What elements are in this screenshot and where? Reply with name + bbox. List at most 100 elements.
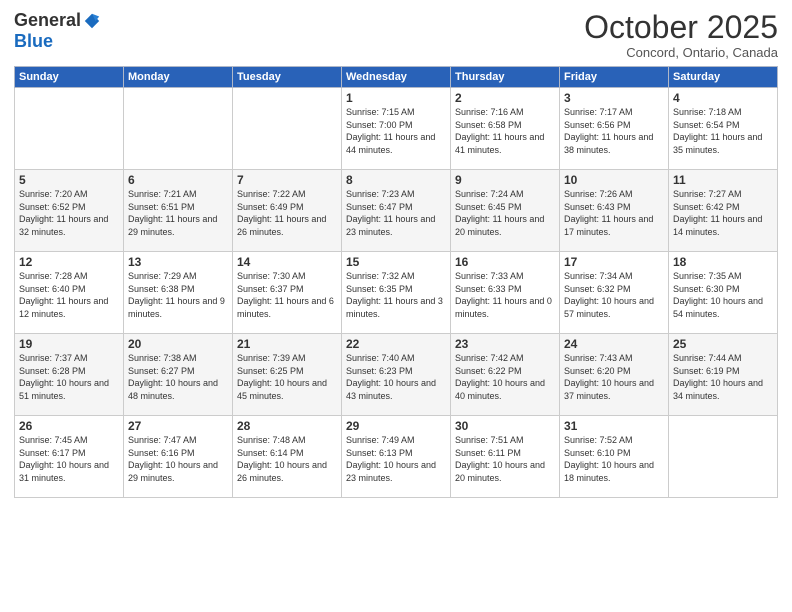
week-row-1: 1Sunrise: 7:15 AM Sunset: 7:00 PM Daylig…: [15, 88, 778, 170]
day-info: Sunrise: 7:17 AM Sunset: 6:56 PM Dayligh…: [564, 106, 664, 156]
day-number: 17: [564, 255, 664, 269]
day-cell: 21Sunrise: 7:39 AM Sunset: 6:25 PM Dayli…: [233, 334, 342, 416]
week-row-3: 12Sunrise: 7:28 AM Sunset: 6:40 PM Dayli…: [15, 252, 778, 334]
day-number: 20: [128, 337, 228, 351]
day-cell: [15, 88, 124, 170]
day-cell: 12Sunrise: 7:28 AM Sunset: 6:40 PM Dayli…: [15, 252, 124, 334]
day-number: 4: [673, 91, 773, 105]
day-info: Sunrise: 7:33 AM Sunset: 6:33 PM Dayligh…: [455, 270, 555, 320]
day-info: Sunrise: 7:43 AM Sunset: 6:20 PM Dayligh…: [564, 352, 664, 402]
day-info: Sunrise: 7:35 AM Sunset: 6:30 PM Dayligh…: [673, 270, 773, 320]
day-cell: 17Sunrise: 7:34 AM Sunset: 6:32 PM Dayli…: [560, 252, 669, 334]
day-number: 27: [128, 419, 228, 433]
page: General Blue October 2025 Concord, Ontar…: [0, 0, 792, 612]
day-cell: 14Sunrise: 7:30 AM Sunset: 6:37 PM Dayli…: [233, 252, 342, 334]
day-info: Sunrise: 7:45 AM Sunset: 6:17 PM Dayligh…: [19, 434, 119, 484]
calendar: SundayMondayTuesdayWednesdayThursdayFrid…: [14, 66, 778, 498]
day-info: Sunrise: 7:48 AM Sunset: 6:14 PM Dayligh…: [237, 434, 337, 484]
month-title: October 2025: [584, 10, 778, 45]
week-row-5: 26Sunrise: 7:45 AM Sunset: 6:17 PM Dayli…: [15, 416, 778, 498]
day-number: 30: [455, 419, 555, 433]
day-cell: 13Sunrise: 7:29 AM Sunset: 6:38 PM Dayli…: [124, 252, 233, 334]
day-number: 28: [237, 419, 337, 433]
day-info: Sunrise: 7:39 AM Sunset: 6:25 PM Dayligh…: [237, 352, 337, 402]
day-cell: 30Sunrise: 7:51 AM Sunset: 6:11 PM Dayli…: [451, 416, 560, 498]
day-cell: 2Sunrise: 7:16 AM Sunset: 6:58 PM Daylig…: [451, 88, 560, 170]
weekday-header-monday: Monday: [124, 67, 233, 88]
day-number: 11: [673, 173, 773, 187]
day-cell: 10Sunrise: 7:26 AM Sunset: 6:43 PM Dayli…: [560, 170, 669, 252]
day-number: 16: [455, 255, 555, 269]
day-info: Sunrise: 7:20 AM Sunset: 6:52 PM Dayligh…: [19, 188, 119, 238]
day-cell: 8Sunrise: 7:23 AM Sunset: 6:47 PM Daylig…: [342, 170, 451, 252]
day-number: 14: [237, 255, 337, 269]
day-cell: 22Sunrise: 7:40 AM Sunset: 6:23 PM Dayli…: [342, 334, 451, 416]
day-info: Sunrise: 7:42 AM Sunset: 6:22 PM Dayligh…: [455, 352, 555, 402]
day-number: 1: [346, 91, 446, 105]
day-cell: 16Sunrise: 7:33 AM Sunset: 6:33 PM Dayli…: [451, 252, 560, 334]
day-cell: 25Sunrise: 7:44 AM Sunset: 6:19 PM Dayli…: [669, 334, 778, 416]
day-info: Sunrise: 7:44 AM Sunset: 6:19 PM Dayligh…: [673, 352, 773, 402]
day-number: 22: [346, 337, 446, 351]
day-info: Sunrise: 7:22 AM Sunset: 6:49 PM Dayligh…: [237, 188, 337, 238]
day-number: 3: [564, 91, 664, 105]
day-number: 31: [564, 419, 664, 433]
day-cell: 29Sunrise: 7:49 AM Sunset: 6:13 PM Dayli…: [342, 416, 451, 498]
day-cell: 4Sunrise: 7:18 AM Sunset: 6:54 PM Daylig…: [669, 88, 778, 170]
weekday-header-wednesday: Wednesday: [342, 67, 451, 88]
day-info: Sunrise: 7:30 AM Sunset: 6:37 PM Dayligh…: [237, 270, 337, 320]
day-cell: 11Sunrise: 7:27 AM Sunset: 6:42 PM Dayli…: [669, 170, 778, 252]
day-info: Sunrise: 7:26 AM Sunset: 6:43 PM Dayligh…: [564, 188, 664, 238]
day-number: 2: [455, 91, 555, 105]
day-number: 29: [346, 419, 446, 433]
day-info: Sunrise: 7:29 AM Sunset: 6:38 PM Dayligh…: [128, 270, 228, 320]
weekday-header-tuesday: Tuesday: [233, 67, 342, 88]
location: Concord, Ontario, Canada: [584, 45, 778, 60]
week-row-4: 19Sunrise: 7:37 AM Sunset: 6:28 PM Dayli…: [15, 334, 778, 416]
day-cell: [233, 88, 342, 170]
day-number: 12: [19, 255, 119, 269]
day-number: 13: [128, 255, 228, 269]
title-block: October 2025 Concord, Ontario, Canada: [584, 10, 778, 60]
day-info: Sunrise: 7:27 AM Sunset: 6:42 PM Dayligh…: [673, 188, 773, 238]
day-cell: [669, 416, 778, 498]
day-info: Sunrise: 7:47 AM Sunset: 6:16 PM Dayligh…: [128, 434, 228, 484]
logo: General Blue: [14, 10, 101, 52]
day-info: Sunrise: 7:34 AM Sunset: 6:32 PM Dayligh…: [564, 270, 664, 320]
day-number: 26: [19, 419, 119, 433]
logo-icon: [83, 12, 101, 30]
day-number: 15: [346, 255, 446, 269]
day-number: 24: [564, 337, 664, 351]
day-number: 5: [19, 173, 119, 187]
day-number: 21: [237, 337, 337, 351]
day-number: 9: [455, 173, 555, 187]
day-info: Sunrise: 7:38 AM Sunset: 6:27 PM Dayligh…: [128, 352, 228, 402]
day-cell: 3Sunrise: 7:17 AM Sunset: 6:56 PM Daylig…: [560, 88, 669, 170]
header: General Blue October 2025 Concord, Ontar…: [14, 10, 778, 60]
day-info: Sunrise: 7:18 AM Sunset: 6:54 PM Dayligh…: [673, 106, 773, 156]
day-cell: [124, 88, 233, 170]
day-cell: 20Sunrise: 7:38 AM Sunset: 6:27 PM Dayli…: [124, 334, 233, 416]
day-cell: 24Sunrise: 7:43 AM Sunset: 6:20 PM Dayli…: [560, 334, 669, 416]
day-info: Sunrise: 7:15 AM Sunset: 7:00 PM Dayligh…: [346, 106, 446, 156]
day-cell: 27Sunrise: 7:47 AM Sunset: 6:16 PM Dayli…: [124, 416, 233, 498]
day-info: Sunrise: 7:49 AM Sunset: 6:13 PM Dayligh…: [346, 434, 446, 484]
weekday-header-sunday: Sunday: [15, 67, 124, 88]
day-number: 7: [237, 173, 337, 187]
day-number: 18: [673, 255, 773, 269]
day-cell: 9Sunrise: 7:24 AM Sunset: 6:45 PM Daylig…: [451, 170, 560, 252]
day-cell: 26Sunrise: 7:45 AM Sunset: 6:17 PM Dayli…: [15, 416, 124, 498]
day-info: Sunrise: 7:32 AM Sunset: 6:35 PM Dayligh…: [346, 270, 446, 320]
weekday-header-saturday: Saturday: [669, 67, 778, 88]
day-info: Sunrise: 7:21 AM Sunset: 6:51 PM Dayligh…: [128, 188, 228, 238]
weekday-header-friday: Friday: [560, 67, 669, 88]
logo-general: General: [14, 10, 81, 31]
day-cell: 28Sunrise: 7:48 AM Sunset: 6:14 PM Dayli…: [233, 416, 342, 498]
day-cell: 6Sunrise: 7:21 AM Sunset: 6:51 PM Daylig…: [124, 170, 233, 252]
day-info: Sunrise: 7:16 AM Sunset: 6:58 PM Dayligh…: [455, 106, 555, 156]
day-cell: 18Sunrise: 7:35 AM Sunset: 6:30 PM Dayli…: [669, 252, 778, 334]
day-info: Sunrise: 7:24 AM Sunset: 6:45 PM Dayligh…: [455, 188, 555, 238]
day-info: Sunrise: 7:52 AM Sunset: 6:10 PM Dayligh…: [564, 434, 664, 484]
week-row-2: 5Sunrise: 7:20 AM Sunset: 6:52 PM Daylig…: [15, 170, 778, 252]
day-cell: 19Sunrise: 7:37 AM Sunset: 6:28 PM Dayli…: [15, 334, 124, 416]
